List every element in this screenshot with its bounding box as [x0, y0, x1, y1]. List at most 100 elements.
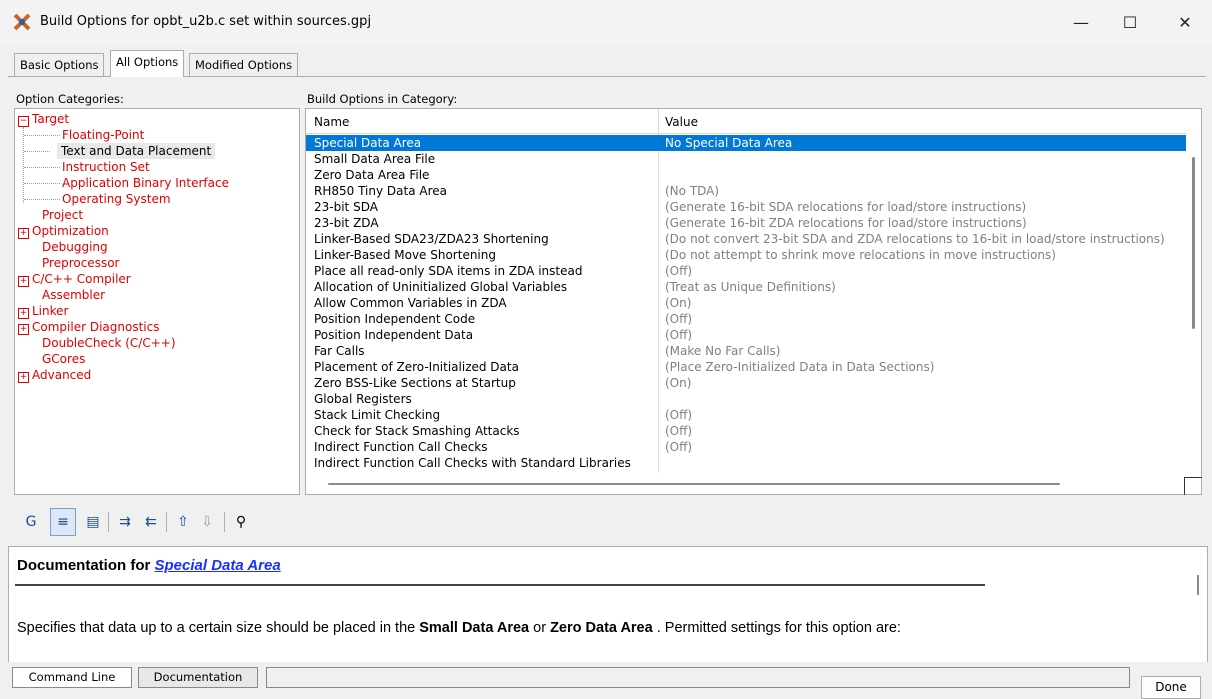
option-row[interactable]: RH850 Tiny Data Area (No TDA)	[306, 183, 1186, 199]
option-row[interactable]: Far Calls (Make No Far Calls)	[306, 343, 1186, 359]
build-options-list[interactable]: Name Value Special Data Area No Special D…	[305, 108, 1202, 495]
option-row[interactable]: Position Independent Data (Off)	[306, 327, 1186, 343]
tree-item-assembler[interactable]: Assembler	[42, 287, 105, 303]
move-up-icon-button[interactable]: ⇧	[170, 508, 196, 536]
scroll-thumb[interactable]	[1192, 157, 1195, 329]
option-row[interactable]: Linker-Based Move Shortening (Do not atte…	[306, 247, 1186, 263]
tree-item-advanced[interactable]: + Advanced	[18, 367, 91, 383]
option-name: Zero BSS-Like Sections at Startup	[314, 376, 516, 390]
tree-connector	[24, 151, 50, 152]
binoculars-icon-button[interactable]: ⚲	[228, 508, 254, 536]
option-name: Stack Limit Checking	[314, 408, 441, 422]
tree-connector	[24, 183, 60, 184]
option-row[interactable]: Small Data Area File	[306, 151, 1186, 167]
expand-all-icon-button[interactable]: ⇉	[112, 508, 138, 536]
option-row[interactable]: Indirect Function Call Checks (Off)	[306, 439, 1186, 455]
option-value: (Off)	[665, 264, 693, 278]
collapse-icon[interactable]: −	[18, 116, 29, 127]
expand-icon[interactable]: +	[18, 276, 29, 287]
option-row[interactable]: Check for Stack Smashing Attacks (Off)	[306, 423, 1186, 439]
column-header-name[interactable]: Name	[314, 115, 349, 129]
option-row[interactable]: Linker-Based SDA23/ZDA23 Shortening (Do n…	[306, 231, 1186, 247]
expand-icon[interactable]: +	[18, 228, 29, 239]
collapse-all-icon-button[interactable]: ⇇	[138, 508, 164, 536]
tree-item-linker[interactable]: + Linker	[18, 303, 68, 319]
tree-item-debugging[interactable]: Debugging	[42, 239, 108, 255]
option-row[interactable]: Allocation of Uninitialized Global Varia…	[306, 279, 1186, 295]
option-categories-label: Option Categories:	[16, 92, 124, 106]
tab-all-options[interactable]: All Options	[110, 50, 185, 77]
option-value: (Off)	[665, 408, 693, 422]
option-value: (On)	[665, 376, 692, 390]
option-name: RH850 Tiny Data Area	[314, 184, 447, 198]
option-row[interactable]: Allow Common Variables in ZDA (On)	[306, 295, 1186, 311]
option-name: Allocation of Uninitialized Global Varia…	[314, 280, 568, 294]
toolbar-separator	[166, 512, 167, 532]
doc-scroll-thumb[interactable]	[1197, 575, 1199, 595]
tree-item-operating-system[interactable]: Operating System	[62, 191, 171, 207]
option-value: No Special Data Area	[665, 136, 793, 150]
option-name: Small Data Area File	[314, 152, 436, 166]
vertical-scrollbar[interactable]	[1187, 109, 1201, 479]
option-row[interactable]: Global Registers	[306, 391, 1186, 407]
show-settings-icon-button[interactable]: ≡	[50, 508, 76, 536]
expand-icon[interactable]: +	[18, 372, 29, 383]
gbuild-icon-button[interactable]: G	[18, 508, 44, 536]
tree-item-abi[interactable]: Application Binary Interface	[62, 175, 229, 191]
option-categories-tree[interactable]: − Target Floating-Point Text and Data Pla…	[14, 108, 300, 495]
tree-item-floating-point[interactable]: Floating-Point	[62, 127, 144, 143]
tree-item-target[interactable]: − Target	[18, 111, 69, 127]
maximize-button[interactable]: ☐	[1107, 0, 1153, 44]
documentation-link[interactable]: Special Data Area	[155, 557, 281, 574]
option-row[interactable]: Position Independent Code (Off)	[306, 311, 1186, 327]
option-value: (Make No Far Calls)	[665, 344, 781, 358]
expand-icon[interactable]: +	[18, 324, 29, 335]
app-icon	[13, 13, 31, 31]
option-name: 23-bit ZDA	[314, 216, 379, 230]
tree-item-preprocessor[interactable]: Preprocessor	[42, 255, 119, 271]
option-row[interactable]: 23-bit SDA (Generate 16-bit SDA relocatio…	[306, 199, 1186, 215]
tree-item-compiler[interactable]: + C/C++ Compiler	[18, 271, 131, 287]
option-row[interactable]: Placement of Zero-Initialized Data (Place…	[306, 359, 1186, 375]
expand-icon[interactable]: +	[18, 308, 29, 319]
option-value: (Off)	[665, 328, 693, 342]
tab-modified-options[interactable]: Modified Options	[189, 53, 299, 76]
tree-item-gcores[interactable]: GCores	[42, 351, 85, 367]
move-down-icon-button[interactable]: ⇩	[194, 508, 220, 536]
tree-item-doublecheck[interactable]: DoubleCheck (C/C++)	[42, 335, 176, 351]
option-row[interactable]: Stack Limit Checking (Off)	[306, 407, 1186, 423]
option-row[interactable]: Indirect Function Call Checks with Stand…	[306, 455, 1186, 471]
command-line-tab[interactable]: Command Line	[12, 667, 132, 688]
option-name: Indirect Function Call Checks	[314, 440, 488, 454]
tree-item-text-data-placement[interactable]: Text and Data Placement	[57, 143, 216, 159]
option-row[interactable]: Special Data Area No Special Data Area	[306, 135, 1186, 151]
close-button[interactable]: ✕	[1162, 0, 1208, 44]
tree-item-optimization[interactable]: + Optimization	[18, 223, 109, 239]
column-divider[interactable]	[658, 109, 659, 133]
list-header: Name Value	[306, 109, 1186, 134]
tree-connector	[24, 199, 60, 200]
option-name: Position Independent Code	[314, 312, 476, 326]
option-value: (Off)	[665, 424, 693, 438]
documentation-title: Documentation for Special Data Area	[17, 557, 281, 574]
option-name: 23-bit SDA	[314, 200, 378, 214]
minimize-button[interactable]: —	[1058, 0, 1104, 44]
tree-item-compiler-diagnostics[interactable]: + Compiler Diagnostics	[18, 319, 159, 335]
option-row[interactable]: Zero Data Area File	[306, 167, 1186, 183]
documentation-tab[interactable]: Documentation	[138, 667, 258, 688]
option-row[interactable]: Zero BSS-Like Sections at Startup (On)	[306, 375, 1186, 391]
tree-item-instruction-set[interactable]: Instruction Set	[62, 159, 150, 175]
tree-item-project[interactable]: Project	[42, 207, 83, 223]
option-value: (No TDA)	[665, 184, 720, 198]
option-name: Indirect Function Call Checks with Stand…	[314, 456, 631, 470]
option-row[interactable]: 23-bit ZDA (Generate 16-bit ZDA relocatio…	[306, 215, 1186, 231]
column-header-value[interactable]: Value	[665, 115, 698, 129]
status-field	[266, 667, 1130, 688]
horizontal-scrollbar[interactable]	[328, 483, 1060, 485]
option-row[interactable]: Place all read-only SDA items in ZDA ins…	[306, 263, 1186, 279]
tab-basic-options[interactable]: Basic Options	[14, 53, 105, 76]
edit-icon-button[interactable]: ▤	[80, 508, 106, 536]
size-grip	[1184, 477, 1202, 495]
option-value: (Treat as Unique Definitions)	[665, 280, 836, 294]
done-button[interactable]: Done	[1141, 676, 1201, 699]
